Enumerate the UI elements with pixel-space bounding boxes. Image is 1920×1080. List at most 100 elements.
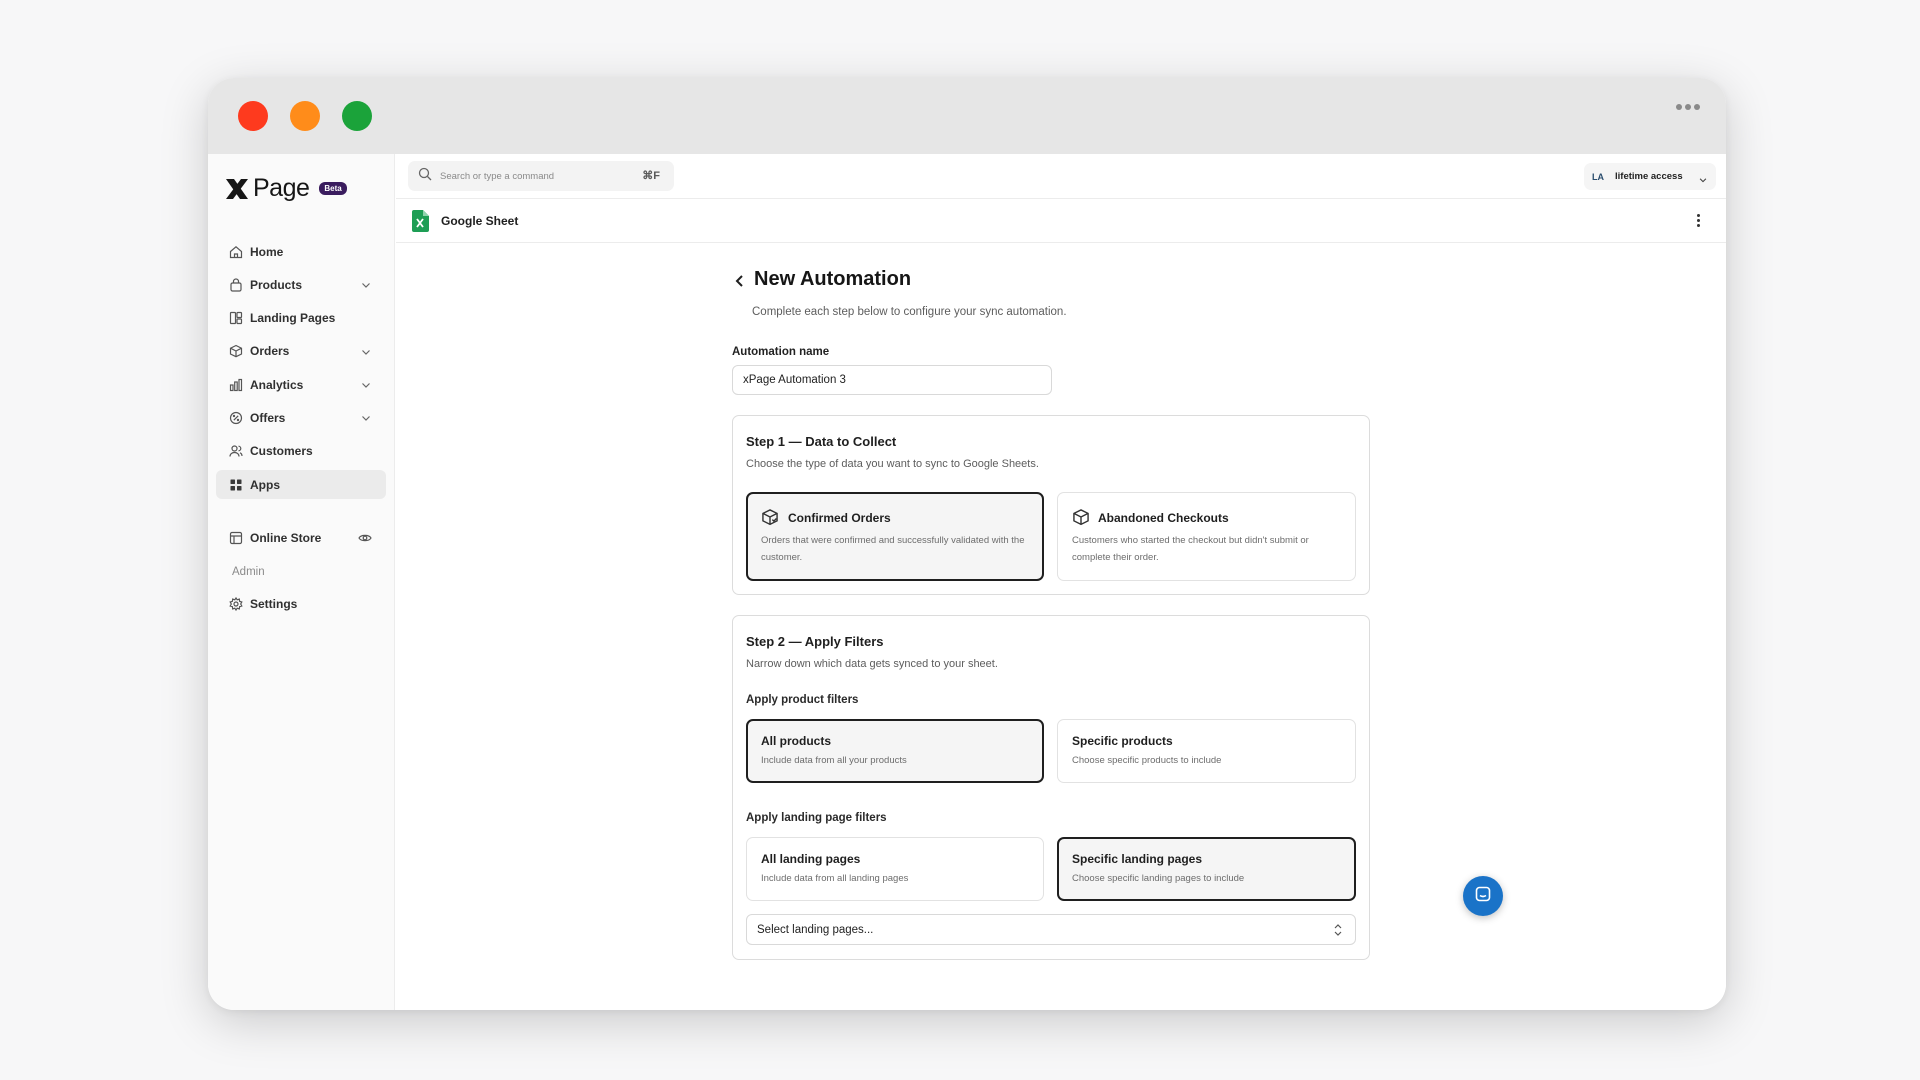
sidebar-item-label: Apps (250, 477, 280, 492)
kebab-menu-icon[interactable] (1697, 214, 1700, 227)
chevron-up-down-icon (1333, 923, 1343, 942)
sidebar-item-label: Home (250, 244, 284, 259)
app-window: Page Beta Home Products Landing Pages Or… (208, 78, 1726, 1010)
option-title: Abandoned Checkouts (1098, 511, 1229, 525)
option-title: All products (761, 734, 832, 748)
close-window-button[interactable] (238, 101, 268, 131)
option-title: All landing pages (761, 852, 861, 866)
eye-icon[interactable] (358, 531, 372, 549)
sidebar-item-apps[interactable]: Apps (216, 470, 386, 500)
step-1-subtitle: Choose the type of data you want to sync… (746, 458, 1039, 470)
landing-pages-select[interactable]: Select landing pages... (746, 914, 1356, 945)
option-description: Choose specific products to include (1072, 755, 1222, 766)
sidebar-item-label: Customers (250, 444, 313, 459)
app-header: Google Sheet (396, 200, 1726, 243)
sidebar-item-orders[interactable]: Orders (216, 337, 386, 366)
chevron-down-icon (1698, 172, 1708, 190)
chevron-down-icon[interactable] (360, 345, 372, 363)
more-options-icon[interactable] (1676, 104, 1700, 110)
chevron-down-icon[interactable] (360, 278, 372, 296)
apps-icon (228, 477, 243, 492)
users-icon (228, 444, 243, 459)
app-title: Google Sheet (441, 214, 519, 228)
avatar: LA (1592, 171, 1604, 182)
logo[interactable]: Page Beta (224, 174, 347, 203)
chevron-down-icon[interactable] (360, 378, 372, 396)
home-icon (228, 244, 243, 259)
box-icon (228, 344, 243, 359)
all-products-option[interactable]: All products Include data from all your … (746, 719, 1044, 783)
sidebar-item-analytics[interactable]: Analytics (216, 370, 386, 399)
step-2-subtitle: Narrow down which data gets synced to yo… (746, 658, 998, 670)
sidebar-item-label: Online Store (250, 530, 322, 545)
account-name: lifetime access (1615, 171, 1683, 182)
select-value: Select landing pages... (757, 924, 874, 936)
box-icon (761, 508, 779, 531)
chat-button[interactable] (1463, 876, 1503, 916)
search-input[interactable]: Search or type a command ⌘F (408, 161, 674, 191)
chat-icon (1474, 885, 1492, 908)
option-description: Choose specific landing pages to include (1072, 873, 1245, 884)
sidebar-item-offers[interactable]: Offers (216, 403, 386, 432)
step-2-title: Step 2 — Apply Filters (746, 634, 884, 649)
sidebar-item-label: Landing Pages (250, 311, 336, 326)
main-content: New Automation Complete each step below … (396, 244, 1726, 1010)
beta-badge: Beta (319, 182, 347, 195)
box-icon (1072, 508, 1090, 531)
chevron-down-icon[interactable] (360, 411, 372, 429)
bag-icon (228, 277, 243, 292)
gear-icon (228, 596, 243, 611)
sidebar-item-label: Products (250, 277, 303, 292)
sidebar-nav: Home Products Landing Pages Orders Analy… (216, 237, 386, 623)
discount-icon (228, 410, 243, 425)
step-1-card: Step 1 — Data to Collect Choose the type… (732, 415, 1370, 595)
step-2-card: Step 2 — Apply Filters Narrow down which… (732, 615, 1370, 960)
sidebar-item-online-store[interactable]: Online Store (216, 523, 386, 552)
sidebar-item-landing-pages[interactable]: Landing Pages (216, 304, 386, 333)
option-title: Specific landing pages (1072, 852, 1203, 866)
option-title: Specific products (1072, 734, 1173, 748)
sidebar-item-products[interactable]: Products (216, 270, 386, 299)
logo-text: Page (253, 174, 310, 202)
bar-chart-icon (228, 377, 243, 392)
automation-name-input[interactable] (732, 365, 1052, 395)
all-landing-pages-option[interactable]: All landing pages Include data from all … (746, 837, 1044, 901)
sidebar-item-label: Orders (250, 344, 290, 359)
account-menu[interactable]: LA lifetime access (1584, 163, 1716, 190)
abandoned-checkouts-option[interactable]: Abandoned Checkouts Customers who starte… (1057, 492, 1356, 581)
step-1-title: Step 1 — Data to Collect (746, 434, 897, 449)
sidebar: Page Beta Home Products Landing Pages Or… (208, 154, 395, 1010)
landing-filters-label: Apply landing page filters (746, 812, 887, 824)
sidebar-item-label: Settings (250, 596, 298, 611)
option-description: Include data from all your products (761, 755, 907, 766)
back-arrow-icon[interactable] (734, 274, 746, 293)
confirmed-orders-option[interactable]: Confirmed Orders Orders that were confir… (746, 492, 1044, 581)
option-description: Customers who started the checkout but d… (1072, 535, 1309, 563)
search-placeholder: Search or type a command (440, 170, 555, 182)
page-subtitle: Complete each step below to configure yo… (752, 306, 1067, 318)
product-filters-label: Apply product filters (746, 694, 859, 706)
store-icon (228, 530, 243, 545)
automation-name-label: Automation name (732, 346, 830, 358)
layout-icon (228, 311, 243, 326)
sidebar-item-home[interactable]: Home (216, 237, 386, 266)
sidebar-item-label: Offers (250, 410, 286, 425)
xpage-logo-mark (226, 178, 248, 199)
option-description: Orders that were confirmed and successfu… (761, 535, 1025, 563)
sidebar-item-customers[interactable]: Customers (216, 437, 386, 466)
search-shortcut: ⌘F (642, 170, 660, 182)
search-icon (418, 167, 432, 186)
maximize-window-button[interactable] (342, 101, 372, 131)
sidebar-item-label: Analytics (250, 377, 304, 392)
admin-section-label: Admin (232, 566, 265, 579)
sidebar-item-settings[interactable]: Settings (216, 589, 386, 618)
top-bar: Search or type a command ⌘F LA lifetime … (396, 154, 1726, 199)
minimize-window-button[interactable] (290, 101, 320, 131)
option-title: Confirmed Orders (788, 511, 891, 525)
title-bar (208, 78, 1726, 154)
google-sheet-icon (412, 210, 429, 237)
page-title: New Automation (754, 268, 912, 290)
option-description: Include data from all landing pages (761, 873, 909, 884)
specific-landing-pages-option[interactable]: Specific landing pages Choose specific l… (1057, 837, 1356, 901)
specific-products-option[interactable]: Specific products Choose specific produc… (1057, 719, 1356, 783)
